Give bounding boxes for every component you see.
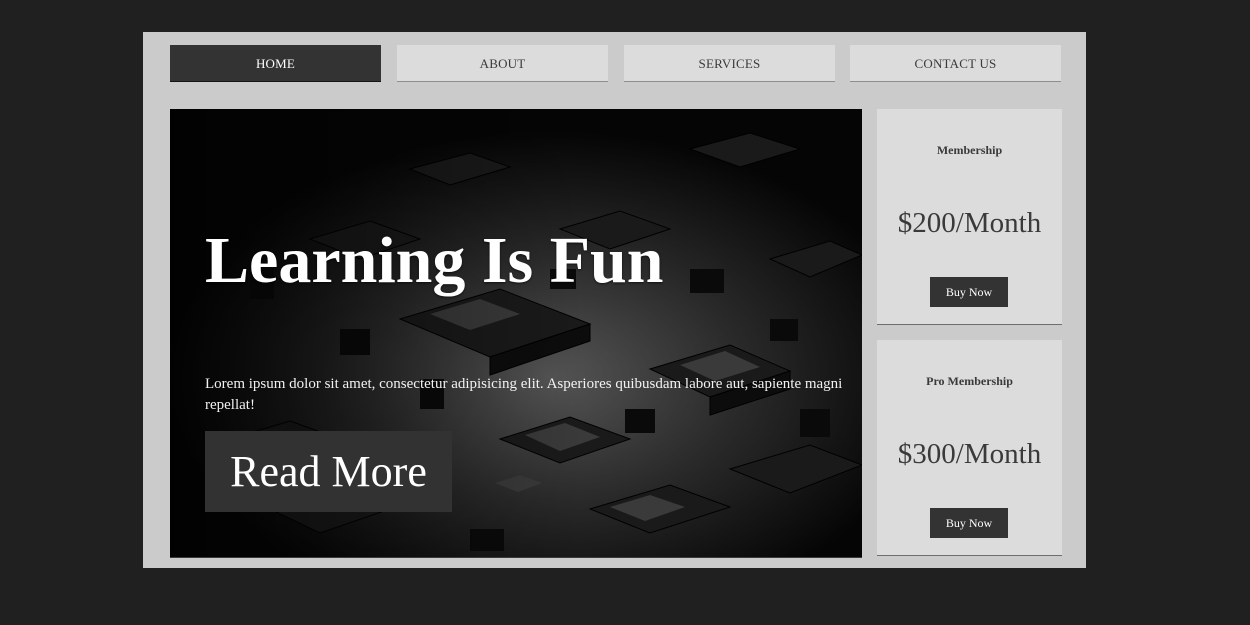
nav-services[interactable]: SERVICES [624,45,835,82]
plan-name: Pro Membership [926,374,1013,388]
plan-price: $200/Month [897,207,1042,239]
hero-description: Lorem ipsum dolor sit amet, consectetur … [205,376,843,413]
hero-title: Learning Is Fun [205,224,664,297]
main-panel: HOME ABOUT SERVICES CONTACT US Learning … [143,32,1086,568]
plan-price: $300/Month [897,438,1042,470]
read-more-button[interactable]: Read More [205,431,452,512]
membership-card: Membership $200/Month Buy Now [877,109,1062,325]
top-navigation: HOME ABOUT SERVICES CONTACT US [170,45,1062,83]
nav-home[interactable]: HOME [170,45,381,82]
nav-about[interactable]: ABOUT [397,45,608,82]
buy-now-button[interactable]: Buy Now [930,277,1008,307]
nav-contact-us[interactable]: CONTACT US [850,45,1061,82]
pro-membership-card: Pro Membership $300/Month Buy Now [877,340,1062,556]
plan-name: Membership [936,143,1003,157]
hero-banner: Learning Is Fun Lorem ipsum dolor sit am… [170,109,862,558]
buy-now-button[interactable]: Buy Now [930,508,1008,538]
